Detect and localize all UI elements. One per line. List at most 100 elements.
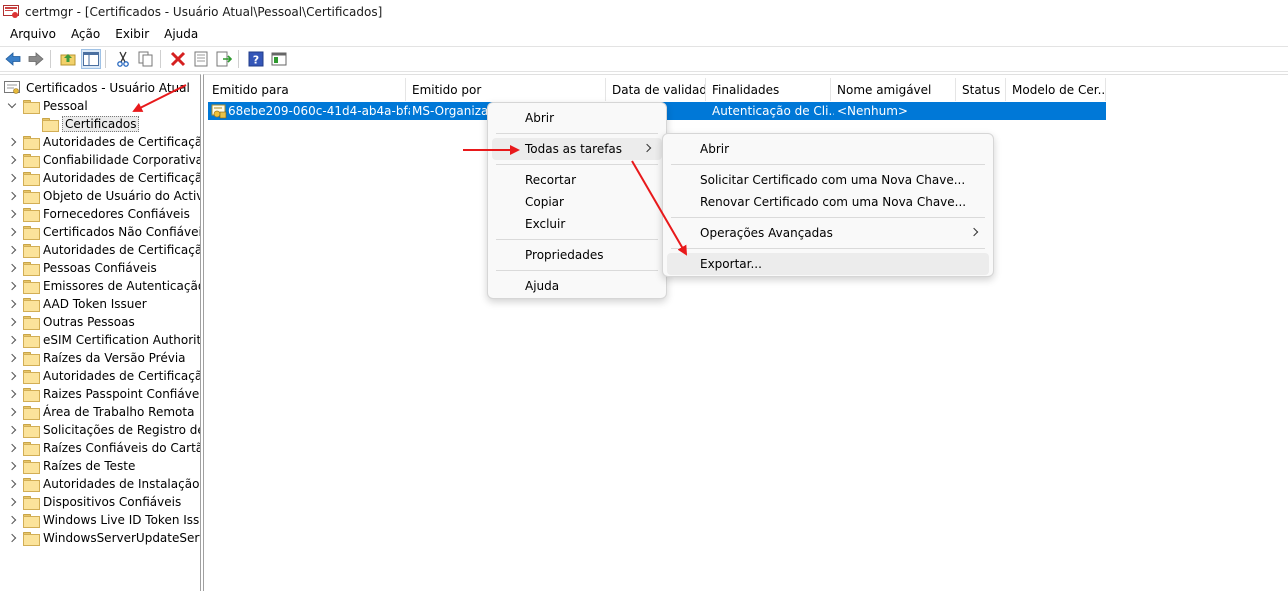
up-folder-icon[interactable] <box>58 49 78 69</box>
chevron-right-icon[interactable] <box>7 263 17 273</box>
column-header-status[interactable]: Status <box>956 78 1006 101</box>
tree-item[interactable]: Raizes Passpoint Confiáveis <box>7 385 200 403</box>
folder-icon <box>23 226 40 240</box>
tree-item[interactable]: Autoridades de Certificação F <box>7 241 200 259</box>
tree-item[interactable]: AAD Token Issuer <box>7 295 147 313</box>
properties-icon[interactable] <box>191 49 211 69</box>
folder-icon <box>23 442 40 456</box>
copy-icon[interactable] <box>136 49 156 69</box>
submenu-item-solicitar-certificado[interactable]: Solicitar Certificado com uma Nova Chave… <box>667 169 989 191</box>
tree-item[interactable]: Raízes da Versão Prévia <box>7 349 186 367</box>
ctx-item-excluir[interactable]: Excluir <box>492 213 662 235</box>
tree-item[interactable]: Pessoas Confiáveis <box>7 259 157 277</box>
ctx-item-ajuda[interactable]: Ajuda <box>492 275 662 297</box>
chevron-right-icon[interactable] <box>7 461 17 471</box>
ctx-item-recortar[interactable]: Recortar <box>492 169 662 191</box>
ctx-item-propriedades[interactable]: Propriedades <box>492 244 662 266</box>
chevron-right-icon[interactable] <box>7 155 17 165</box>
tree-item[interactable]: Fornecedores Confiáveis <box>7 205 190 223</box>
column-header-friendly-name[interactable]: Nome amigável <box>831 78 956 101</box>
tree-item-certificados[interactable]: Certificados <box>42 115 140 133</box>
chevron-right-icon[interactable] <box>7 335 17 345</box>
cell-purposes: Autenticação de Cli... <box>712 104 834 118</box>
delete-icon[interactable] <box>168 49 188 69</box>
submenu-item-operacoes-avancadas[interactable]: Operações Avançadas <box>667 222 989 244</box>
tree-item[interactable]: Confiabilidade Corporativa <box>7 151 200 169</box>
ctx-item-todas-as-tarefas[interactable]: Todas as tarefas <box>492 138 662 160</box>
chevron-right-icon[interactable] <box>7 173 17 183</box>
chevron-right-icon[interactable] <box>7 515 17 525</box>
back-icon[interactable] <box>3 49 23 69</box>
help-icon[interactable]: ? <box>246 49 266 69</box>
chevron-right-icon[interactable] <box>7 533 17 543</box>
column-header-template[interactable]: Modelo de Cer... <box>1006 78 1106 101</box>
folder-icon <box>23 406 40 420</box>
folder-icon <box>23 424 40 438</box>
chevron-right-icon[interactable] <box>7 497 17 507</box>
chevron-right-icon[interactable] <box>7 191 17 201</box>
tree-item-label: Raízes da Versão Prévia <box>43 351 186 365</box>
tree-item[interactable]: eSIM Certification Authorities <box>7 331 200 349</box>
ctx-item-copiar[interactable]: Copiar <box>492 191 662 213</box>
tree-item[interactable]: Windows Live ID Token Issuer <box>7 511 200 529</box>
chevron-right-icon[interactable] <box>7 299 17 309</box>
chevron-right-icon <box>969 227 979 237</box>
tree-item-label: WindowsServerUpdateService <box>43 531 200 545</box>
tree-item[interactable]: Autoridades de Certificação F <box>7 133 200 151</box>
tree-item[interactable]: Área de Trabalho Remota <box>7 403 194 421</box>
column-header-issued-to[interactable]: Emitido para ⌃ <box>206 78 406 101</box>
chevron-right-icon[interactable] <box>7 281 17 291</box>
menu-exibir[interactable]: Exibir <box>110 27 154 41</box>
toolbar-separator <box>105 50 106 68</box>
tree-item[interactable]: Autoridades de Certificação C <box>7 367 200 385</box>
chevron-right-icon[interactable] <box>7 425 17 435</box>
chevron-right-icon[interactable] <box>7 317 17 327</box>
tree-item[interactable]: Outras Pessoas <box>7 313 135 331</box>
tree-item[interactable]: Certificados Não Confiáveis <box>7 223 200 241</box>
column-header-purposes[interactable]: Finalidades <box>706 78 831 101</box>
submenu-item-abrir[interactable]: Abrir <box>667 138 989 160</box>
chevron-right-icon[interactable] <box>7 245 17 255</box>
menu-acao[interactable]: Ação <box>66 27 105 41</box>
chevron-right-icon[interactable] <box>7 407 17 417</box>
chevron-right-icon[interactable] <box>7 209 17 219</box>
tree-item-label: Windows Live ID Token Issuer <box>43 513 200 527</box>
chevron-right-icon[interactable] <box>7 227 17 237</box>
cut-icon[interactable] <box>113 49 133 69</box>
tree-item[interactable]: Solicitações de Registro de Ce <box>7 421 200 439</box>
tree-item[interactable]: Objeto de Usuário do Active I <box>7 187 200 205</box>
chevron-right-icon[interactable] <box>7 137 17 147</box>
tree-item[interactable]: Raízes Confiáveis do Cartão In <box>7 439 200 457</box>
tree-item[interactable]: Emissores de Autenticação de <box>7 277 200 295</box>
tree-root[interactable]: Certificados - Usuário Atual <box>4 79 190 97</box>
context-menu: Abrir Todas as tarefas Recortar Copiar E… <box>487 102 667 299</box>
certmgr-app-icon[interactable] <box>3 4 19 19</box>
menu-arquivo[interactable]: Arquivo <box>5 27 61 41</box>
chevron-right-icon[interactable] <box>7 443 17 453</box>
ctx-item-abrir[interactable]: Abrir <box>492 107 662 129</box>
tree-item-label: Autoridades de Instalação de <box>43 477 201 491</box>
export-list-icon[interactable] <box>214 49 234 69</box>
chevron-right-icon <box>642 143 652 153</box>
chevron-right-icon[interactable] <box>7 479 17 489</box>
chevron-right-icon[interactable] <box>7 353 17 363</box>
menu-ajuda[interactable]: Ajuda <box>159 27 203 41</box>
forward-icon[interactable] <box>26 49 46 69</box>
chevron-right-icon[interactable] <box>7 371 17 381</box>
tree-item[interactable]: Raízes de Teste <box>7 457 135 475</box>
tree-item[interactable]: Dispositivos Confiáveis <box>7 493 181 511</box>
tree-item[interactable]: WindowsServerUpdateService <box>7 529 200 547</box>
tree-item[interactable]: Autoridades de Certificação I <box>7 169 200 187</box>
show-tree-icon[interactable] <box>81 49 101 69</box>
submenu-item-renovar-certificado[interactable]: Renovar Certificado com uma Nova Chave..… <box>667 191 989 213</box>
tree-item-pessoal[interactable]: Pessoal <box>7 97 88 115</box>
chevron-down-icon[interactable] <box>7 101 17 111</box>
tree-item-label: Raízes de Teste <box>43 459 136 473</box>
submenu-item-exportar[interactable]: Exportar... <box>667 253 989 275</box>
column-header-issued-by[interactable]: Emitido por <box>406 78 606 101</box>
chevron-right-icon[interactable] <box>7 389 17 399</box>
column-header-expiry[interactable]: Data de validade <box>606 78 706 101</box>
tree-item[interactable]: Autoridades de Instalação de <box>7 475 201 493</box>
tree-item-label: Dispositivos Confiáveis <box>43 495 182 509</box>
view-icon[interactable] <box>269 49 289 69</box>
